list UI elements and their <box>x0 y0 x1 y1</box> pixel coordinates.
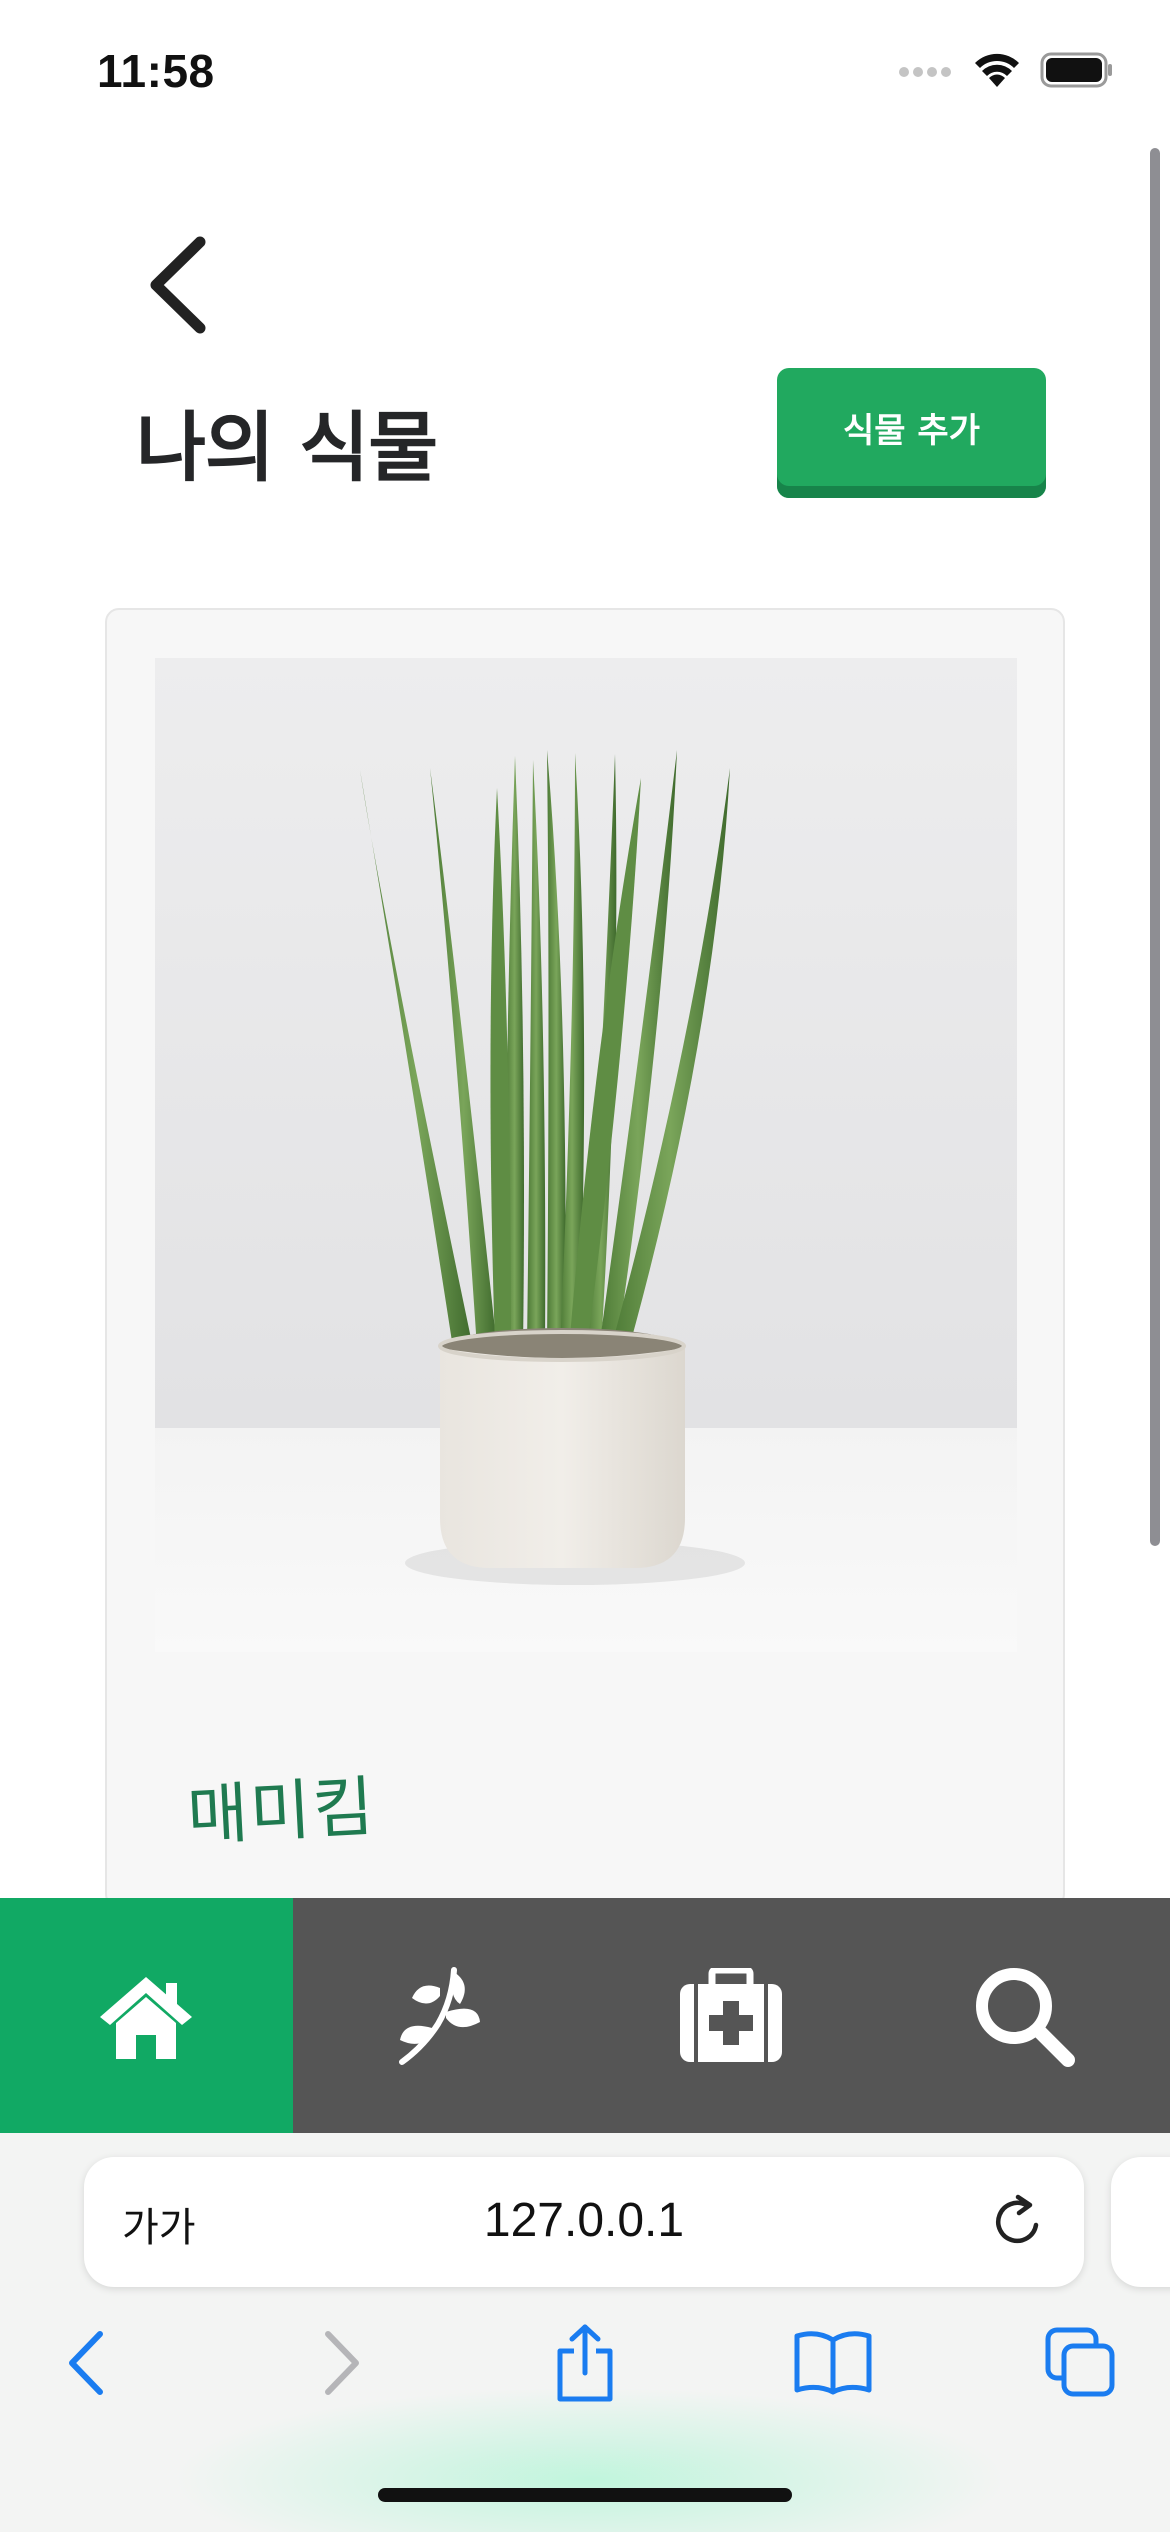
add-plant-button[interactable]: 식물 추가 <box>777 368 1046 498</box>
book-icon <box>794 2331 872 2395</box>
scrollbar[interactable] <box>1150 148 1160 1546</box>
signal-icon <box>899 67 951 77</box>
url-text[interactable]: 127.0.0.1 <box>84 2193 1084 2248</box>
tabs-button[interactable] <box>1036 2318 1126 2408</box>
search-icon <box>975 1967 1075 2067</box>
nav-home[interactable] <box>0 1898 293 2133</box>
chevron-right-icon <box>325 2331 359 2395</box>
nav-search[interactable] <box>878 1898 1170 2133</box>
back-button[interactable] <box>138 230 218 340</box>
browser-back-button[interactable] <box>42 2318 132 2408</box>
app-screen: 11:58 나의 식물 식물 추가 매미킴 가가 127.0.0.1 <box>0 0 1170 2532</box>
bookmarks-button[interactable] <box>788 2318 878 2408</box>
reload-icon <box>996 2194 1039 2244</box>
page-title: 나의 식물 <box>136 403 438 492</box>
address-bar[interactable]: 가가 127.0.0.1 <box>84 2157 1084 2287</box>
bottom-nav <box>0 1898 1170 2133</box>
next-tab-preview[interactable] <box>1111 2157 1170 2287</box>
home-icon <box>100 1976 193 2059</box>
nav-plants[interactable] <box>293 1898 586 2133</box>
leaf-icon <box>398 1966 480 2065</box>
chevron-left-icon <box>150 236 206 334</box>
status-time: 11:58 <box>97 45 215 97</box>
nav-health[interactable] <box>585 1898 878 2133</box>
battery-icon <box>1040 52 1112 88</box>
reload-button[interactable] <box>988 2191 1048 2251</box>
share-icon <box>557 2324 613 2402</box>
plant-name: 매미킴 <box>185 1768 378 1855</box>
home-indicator <box>378 2488 792 2502</box>
share-button[interactable] <box>540 2318 630 2408</box>
plant-card[interactable]: 매미킴 <box>105 608 1065 1908</box>
browser-forward-button[interactable] <box>296 2318 386 2408</box>
first-aid-kit-icon <box>680 1967 783 2062</box>
tabs-icon <box>1045 2327 1115 2397</box>
wifi-icon <box>975 53 1019 87</box>
plant-pot <box>438 1328 686 1568</box>
status-icons <box>898 50 1114 90</box>
plant-photo <box>155 658 1017 1652</box>
chevron-left-icon <box>69 2331 103 2395</box>
